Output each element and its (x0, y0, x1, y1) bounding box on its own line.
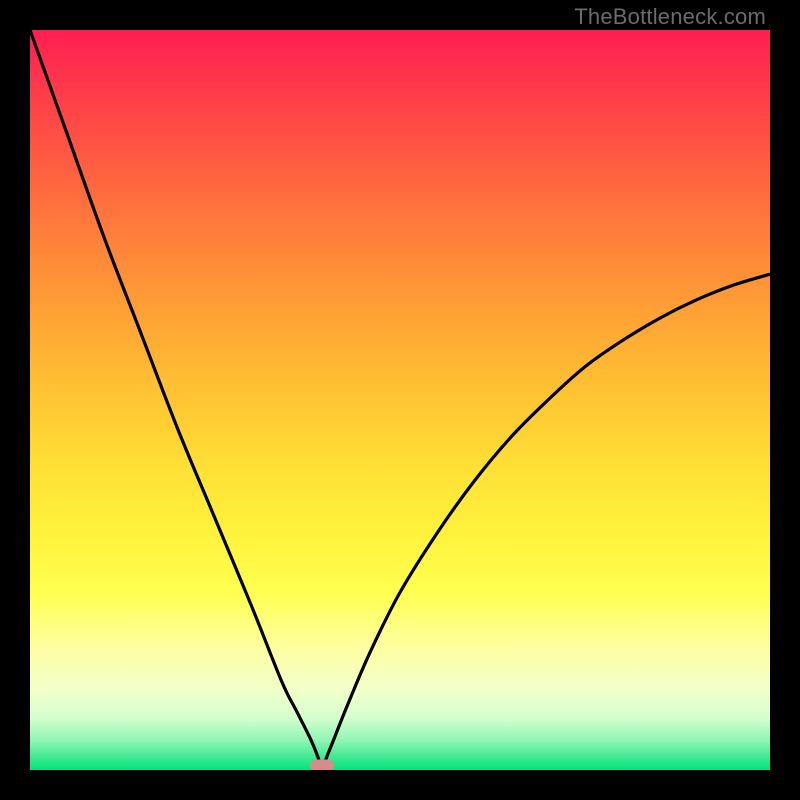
plot-area (30, 30, 770, 770)
watermark-text: TheBottleneck.com (574, 4, 766, 30)
bottleneck-curve (30, 30, 770, 770)
curve-path (30, 30, 770, 770)
minimum-marker (310, 760, 334, 771)
chart-container: TheBottleneck.com (0, 0, 800, 800)
